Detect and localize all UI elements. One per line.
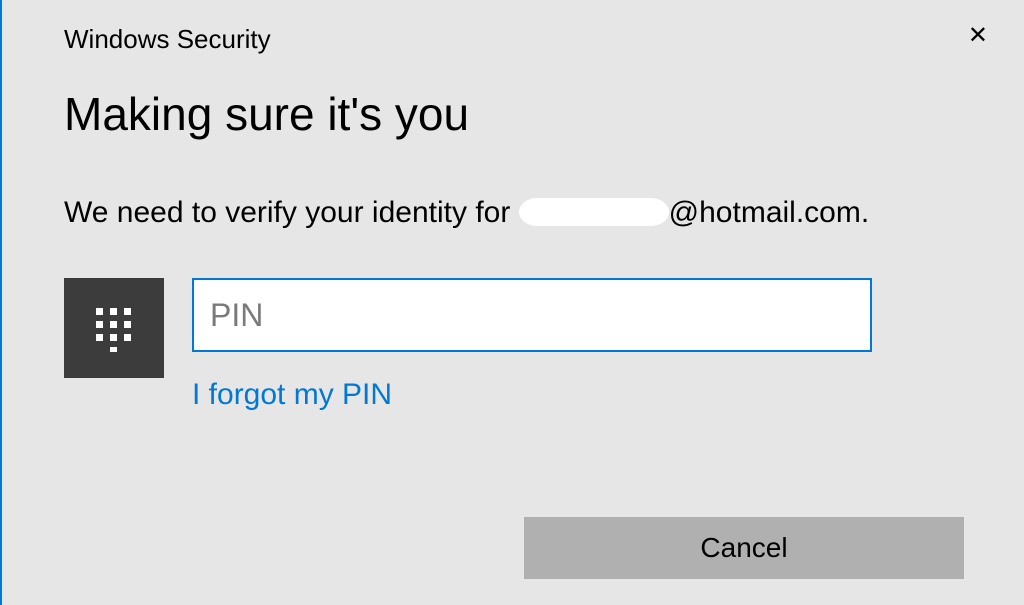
close-button[interactable]: ✕ bbox=[960, 20, 996, 52]
dialog-header: Windows Security ✕ bbox=[2, 0, 1024, 55]
redacted-username bbox=[519, 198, 669, 226]
window-title: Windows Security bbox=[64, 24, 271, 55]
forgot-pin-link[interactable]: I forgot my PIN bbox=[192, 378, 392, 412]
verify-message: We need to verify your identity for @hot… bbox=[2, 141, 1024, 232]
pin-input[interactable] bbox=[192, 278, 872, 352]
dialog-buttons: Cancel bbox=[524, 517, 964, 579]
message-prefix: We need to verify your identity for bbox=[64, 196, 519, 229]
security-dialog: Windows Security ✕ Making sure it's you … bbox=[0, 0, 1024, 605]
dialog-heading: Making sure it's you bbox=[2, 55, 1024, 141]
cancel-button[interactable]: Cancel bbox=[524, 517, 964, 579]
pin-icon-box bbox=[64, 278, 164, 378]
pin-input-row: I forgot my PIN bbox=[2, 232, 1024, 412]
close-icon: ✕ bbox=[968, 22, 988, 49]
pin-input-column: I forgot my PIN bbox=[192, 278, 872, 412]
message-suffix: @hotmail.com. bbox=[669, 196, 870, 229]
keypad-icon bbox=[90, 304, 138, 352]
